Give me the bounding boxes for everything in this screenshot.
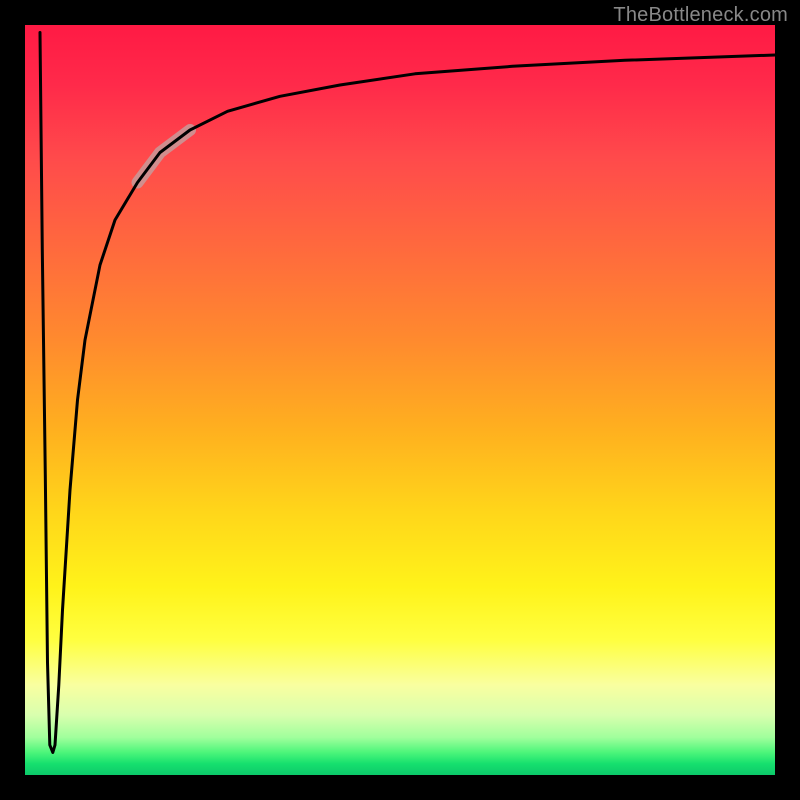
chart-frame: TheBottleneck.com [0, 0, 800, 800]
watermark-text: TheBottleneck.com [613, 4, 788, 27]
highlight-segment [138, 130, 191, 183]
curve-layer [25, 25, 775, 775]
plot-area [25, 25, 775, 775]
bottleneck-curve [40, 33, 775, 753]
